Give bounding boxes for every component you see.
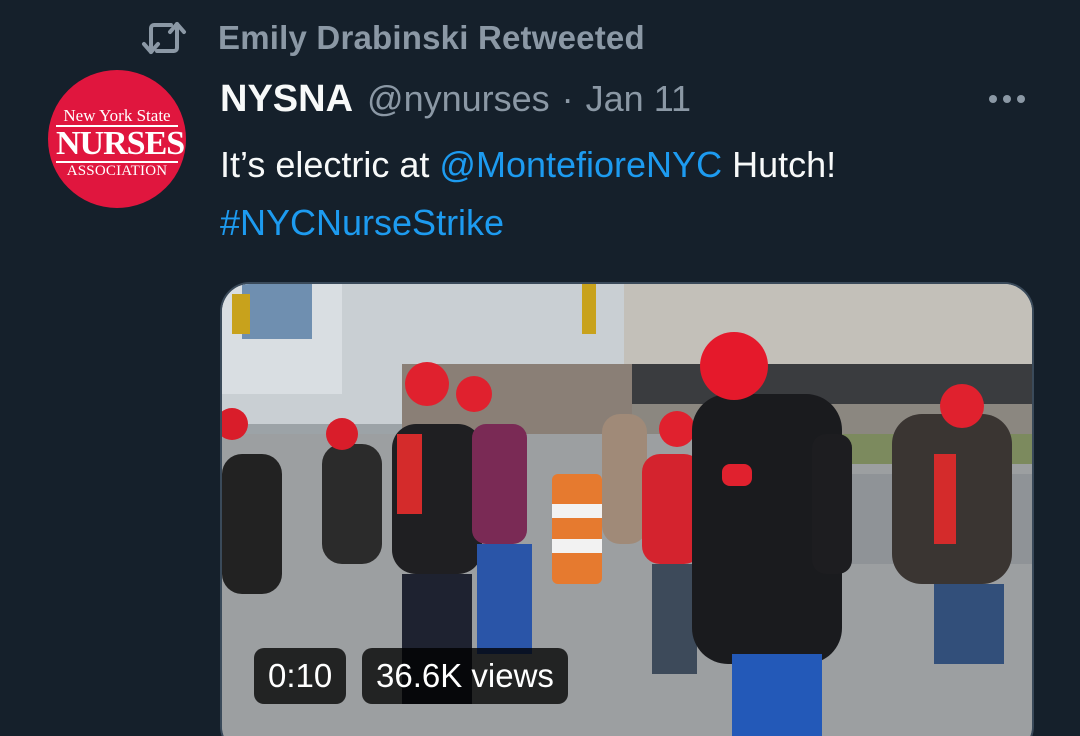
avatar[interactable]: New York State NURSES ASSOCIATION (48, 70, 186, 208)
more-options-icon[interactable] (982, 84, 1032, 114)
more-dot (1017, 95, 1025, 103)
retweet-context[interactable]: Emily Drabinski Retweeted (140, 16, 645, 60)
avatar-logo-line1: New York State (63, 106, 171, 125)
separator-dot: · (561, 78, 574, 119)
retweet-label[interactable]: Emily Drabinski Retweeted (218, 19, 645, 57)
more-dot (1003, 95, 1011, 103)
tweet-card[interactable]: Emily Drabinski Retweeted New York State… (0, 0, 1080, 736)
retweet-icon (140, 16, 188, 60)
author-handle[interactable]: @nynurses (367, 78, 550, 120)
avatar-logo-line3: ASSOCIATION (66, 163, 168, 179)
more-dot (989, 95, 997, 103)
tweet-date[interactable]: Jan 11 (586, 78, 691, 120)
author-display-name[interactable]: NYSNA (220, 78, 353, 121)
tweet-text: It’s electric at @MontefioreNYC Hutch! #… (220, 136, 1020, 252)
tweet-text-part: It’s electric at (220, 144, 440, 185)
video-duration-badge: 0:10 (254, 648, 347, 704)
avatar-logo-line2: NURSES (56, 125, 185, 163)
hashtag-link[interactable]: #NYCNurseStrike (220, 202, 504, 243)
tweet-header: NYSNA @nynurses · Jan 11 (220, 74, 691, 124)
tweet-text-part: Hutch! (722, 144, 837, 185)
mention-link[interactable]: @MontefioreNYC (439, 144, 722, 185)
video-views-badge: 36.6K views (362, 648, 568, 704)
